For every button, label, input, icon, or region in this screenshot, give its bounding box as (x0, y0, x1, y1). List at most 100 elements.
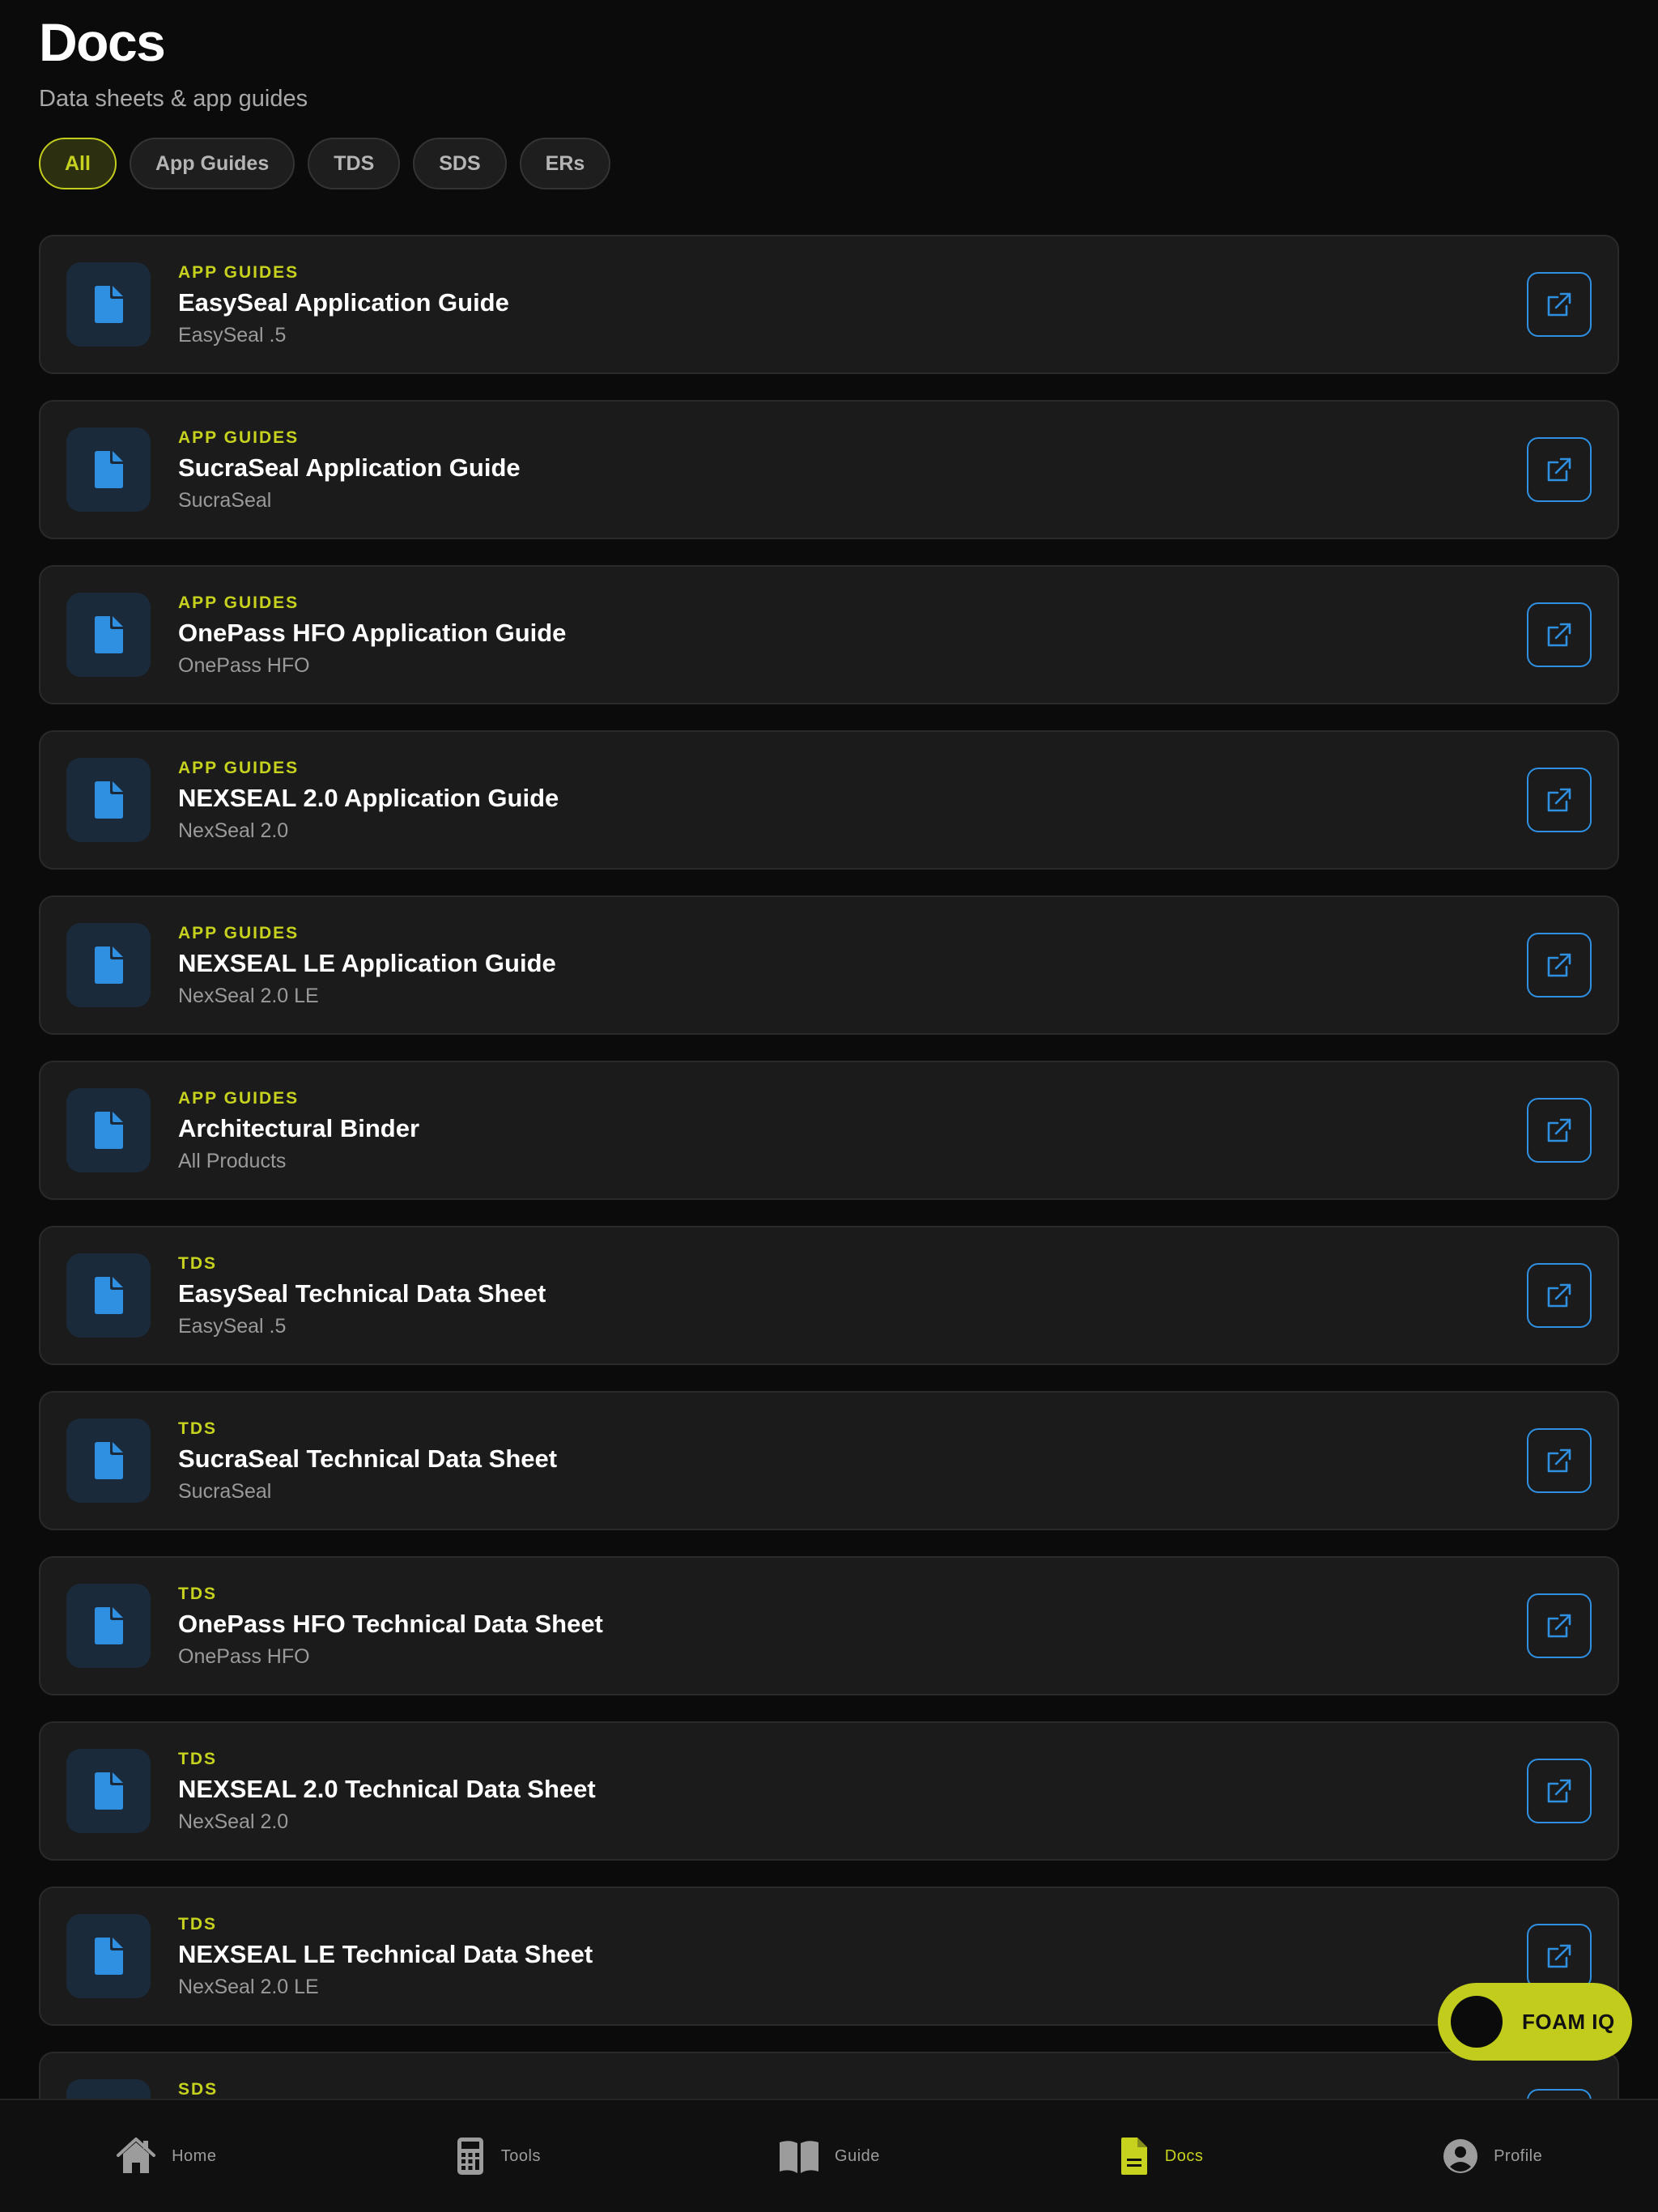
document-category: SDS (178, 2080, 219, 2099)
document-category: APP GUIDES (178, 263, 300, 282)
document-product: EasySeal .5 (178, 1315, 287, 1338)
filter-chip-app-guides[interactable]: App Guides (129, 138, 295, 189)
external-link-icon (1545, 1117, 1573, 1144)
tab-guide[interactable]: Guide (663, 2100, 995, 2212)
document-card[interactable]: TDS SucraSeal Technical Data Sheet SucraSe… (39, 1391, 1619, 1530)
tab-profile[interactable]: Profile (1326, 2100, 1658, 2212)
document-category: TDS (178, 1585, 217, 1603)
document-title: OnePass HFO Technical Data Sheet (178, 1610, 603, 1638)
filter-chip-sds[interactable]: SDS (413, 138, 507, 189)
tab-docs[interactable]: Docs (995, 2100, 1327, 2212)
document-text: APP GUIDES OnePass HFO Application Guide O… (178, 593, 566, 678)
open-external-button[interactable] (1527, 1428, 1592, 1493)
calculator-icon (457, 2138, 483, 2175)
document-product: OnePass HFO (178, 1645, 310, 1668)
foam-iq-avatar (1451, 1996, 1503, 2048)
document-category: APP GUIDES (178, 759, 300, 777)
tab-tools-label: Tools (500, 2146, 541, 2165)
document-category: TDS (178, 1254, 217, 1273)
document-text: TDS OnePass HFO Technical Data Sheet OnePa… (178, 1584, 603, 1670)
document-file-icon (66, 1253, 151, 1338)
tab-home-label: Home (172, 2146, 217, 2165)
document-text: TDS NEXSEAL 2.0 Technical Data Sheet NexSe… (178, 1749, 596, 1835)
document-title: SucraSeal Technical Data Sheet (178, 1444, 558, 1473)
open-external-button[interactable] (1527, 1263, 1592, 1328)
document-text: APP GUIDES SucraSeal Application Guide Suc… (178, 428, 521, 513)
document-product: EasySeal .5 (178, 324, 287, 347)
document-file-icon (66, 758, 151, 842)
document-card[interactable]: APP GUIDES NEXSEAL 2.0 Application Guide N… (39, 730, 1619, 870)
open-external-button[interactable] (1527, 437, 1592, 502)
document-file-icon (66, 1419, 151, 1503)
filter-chip-all[interactable]: All (39, 138, 117, 189)
document-card[interactable]: APP GUIDES Architectural Binder All Produc… (39, 1061, 1619, 1200)
document-title: OnePass HFO Application Guide (178, 619, 567, 647)
document-product: SucraSeal (178, 1480, 272, 1503)
document-card[interactable]: APP GUIDES NEXSEAL LE Application Guide Ne… (39, 895, 1619, 1035)
filter-chip-ers[interactable]: ERs (519, 138, 611, 189)
document-card[interactable]: TDS NEXSEAL 2.0 Technical Data Sheet NexSe… (39, 1721, 1619, 1861)
open-external-button[interactable] (1527, 1098, 1592, 1163)
document-product: All Products (178, 1150, 287, 1172)
document-file-icon (66, 262, 151, 347)
document-text: TDS NEXSEAL LE Technical Data Sheet NexSea… (178, 1914, 593, 2000)
document-product: NexSeal 2.0 LE (178, 1976, 319, 1998)
bottom-tab-bar: Home Tools Guide Docs Profile (0, 2099, 1658, 2212)
document-card[interactable]: APP GUIDES SucraSeal Application Guide Suc… (39, 400, 1619, 539)
document-card[interactable]: APP GUIDES OnePass HFO Application Guide O… (39, 565, 1619, 704)
page-title: Docs (39, 12, 166, 72)
external-link-icon (1545, 621, 1573, 649)
document-card[interactable]: TDS NEXSEAL LE Technical Data Sheet NexSea… (39, 1887, 1619, 2026)
document-product: OnePass HFO (178, 654, 310, 677)
open-external-button[interactable] (1527, 1924, 1592, 1989)
document-file-icon (66, 1914, 151, 1998)
document-category: TDS (178, 1750, 217, 1768)
filter-chips: All App Guides TDS SDS ERs (39, 138, 611, 189)
tab-home[interactable]: Home (0, 2100, 332, 2212)
external-link-icon (1545, 1777, 1573, 1805)
external-link-icon (1545, 456, 1573, 483)
docs-screen: Docs Data sheets & app guides All App Gu… (0, 0, 1658, 2212)
filter-chip-tds[interactable]: TDS (308, 138, 401, 189)
external-link-icon (1545, 291, 1573, 318)
document-title: SucraSeal Application Guide (178, 453, 521, 482)
document-product: SucraSeal (178, 489, 272, 512)
document-file-icon (66, 1088, 151, 1172)
open-external-button[interactable] (1527, 602, 1592, 667)
open-external-button[interactable] (1527, 272, 1592, 337)
document-file-icon (66, 428, 151, 512)
document-category: APP GUIDES (178, 924, 300, 942)
document-title: NEXSEAL LE Technical Data Sheet (178, 1940, 593, 1968)
document-category: TDS (178, 1419, 217, 1438)
document-file-icon (66, 1584, 151, 1668)
tab-tools[interactable]: Tools (332, 2100, 664, 2212)
external-link-icon (1545, 951, 1573, 979)
document-title: Architectural Binder (178, 1114, 420, 1142)
document-product: NexSeal 2.0 (178, 819, 289, 842)
document-title: EasySeal Application Guide (178, 288, 509, 317)
page-header: Docs Data sheets & app guides (39, 10, 308, 113)
document-card[interactable]: TDS OnePass HFO Technical Data Sheet OnePa… (39, 1556, 1619, 1695)
foam-iq-button[interactable]: FOAM IQ (1438, 1983, 1632, 2061)
open-external-button[interactable] (1527, 1759, 1592, 1823)
home-icon (117, 2138, 156, 2173)
document-title: EasySeal Technical Data Sheet (178, 1279, 546, 1308)
open-external-button[interactable] (1527, 933, 1592, 998)
document-text: TDS SucraSeal Technical Data Sheet SucraSe… (178, 1419, 557, 1504)
document-category: APP GUIDES (178, 1089, 300, 1108)
profile-icon (1443, 2139, 1478, 2173)
tab-guide-label: Guide (835, 2146, 880, 2165)
document-product: NexSeal 2.0 (178, 1810, 289, 1833)
document-text: APP GUIDES Architectural Binder All Produc… (178, 1088, 419, 1174)
open-external-button[interactable] (1527, 768, 1592, 832)
document-card[interactable]: APP GUIDES EasySeal Application Guide Easy… (39, 235, 1619, 374)
external-link-icon (1545, 1942, 1573, 1970)
document-category: APP GUIDES (178, 428, 300, 447)
document-title: NEXSEAL LE Application Guide (178, 949, 556, 977)
document-text: TDS EasySeal Technical Data Sheet EasySeal… (178, 1253, 546, 1339)
external-link-icon (1545, 1612, 1573, 1640)
document-card[interactable]: TDS EasySeal Technical Data Sheet EasySeal… (39, 1226, 1619, 1365)
external-link-icon (1545, 786, 1573, 814)
open-external-button[interactable] (1527, 1593, 1592, 1658)
document-file-icon (66, 923, 151, 1007)
